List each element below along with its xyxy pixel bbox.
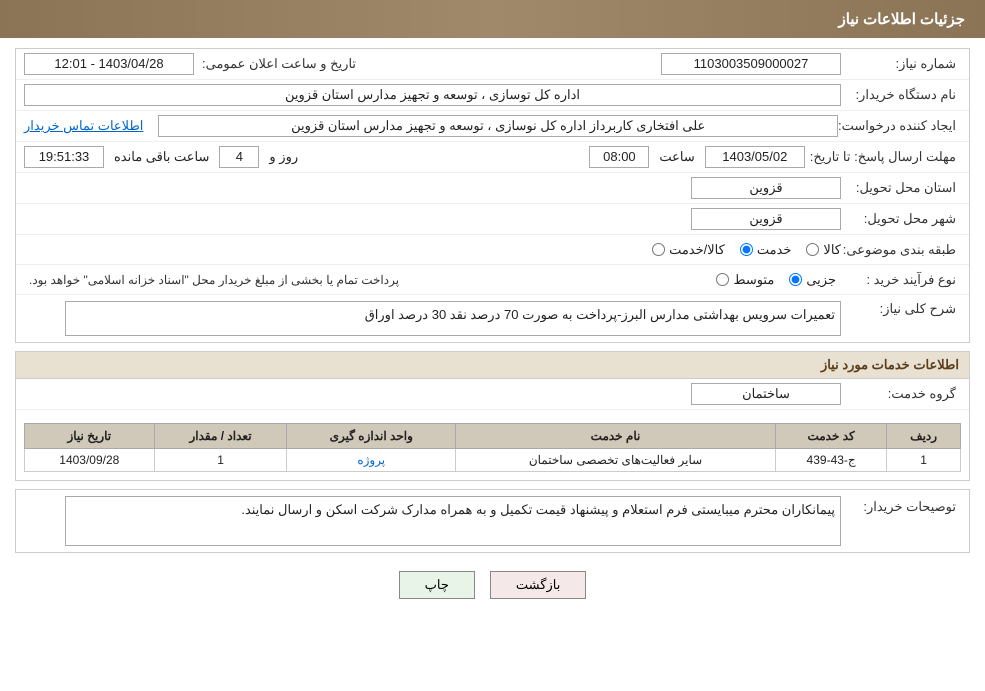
tarikh-saat-label: تاریخ و ساعت اعلان عمومی: <box>194 56 361 72</box>
ostan-row: استان محل تحویل: قزوین <box>16 173 969 204</box>
radio-kala[interactable]: کالا <box>806 242 841 258</box>
col-tedad: تعداد / مقدار <box>154 424 287 449</box>
tosiyat-container: پیمانکاران محترم میبایستی فرم استعلام و … <box>24 496 841 546</box>
mohlat-saat: 08:00 <box>589 146 649 168</box>
cell-nam: سایر فعالیت‌های تخصصی ساختمان <box>456 449 776 472</box>
col-tarikh: تاریخ نیاز <box>25 424 155 449</box>
cell-tarikh: 1403/09/28 <box>25 449 155 472</box>
radio-khadamat-input[interactable] <box>740 243 753 256</box>
tosiyat-value: پیمانکاران محترم میبایستی فرم استعلام و … <box>65 496 841 546</box>
ostan-tahvil-value: قزوین <box>691 177 841 199</box>
mohlat-saat-label: ساعت <box>654 149 699 165</box>
tosiyat-label: توصیحات خریدار: <box>841 496 961 515</box>
shomare-niaz-value: 1103003509000027 <box>661 53 841 75</box>
tabaqe-row: طبقه بندی موضوعی: کالا خدمت کالا/خدمت <box>16 235 969 265</box>
tabaqe-label: طبقه بندی موضوعی: <box>841 242 961 258</box>
table-container: ردیف کد خدمت نام خدمت واحد اندازه گیری ت… <box>16 410 969 480</box>
page-header: جزئیات اطلاعات نیاز <box>0 0 985 38</box>
button-row: بازگشت چاپ <box>15 561 970 609</box>
shahr-row: شهر محل تحویل: قزوین <box>16 204 969 235</box>
page-wrapper: جزئیات اطلاعات نیاز شماره نیاز: 11030035… <box>0 0 985 691</box>
shomare-niaz-label: شماره نیاز: <box>841 56 961 72</box>
gorohe-khadamat-value: ساختمان <box>691 383 841 405</box>
radio-motavaset-label: متوسط <box>733 272 774 288</box>
radio-jozii-label: جزیی <box>806 272 836 288</box>
nam-dastgah-label: نام دستگاه خریدار: <box>841 87 961 103</box>
page-title: جزئیات اطلاعات نیاز <box>839 11 966 28</box>
radio-khadamat[interactable]: خدمت <box>740 242 792 258</box>
shahr-tahvil-label: شهر محل تحویل: <box>841 211 961 227</box>
col-kod: کد خدمت <box>776 424 887 449</box>
sharh-niaz-label: شرح کلی نیاز: <box>841 301 961 317</box>
cell-radif: 1 <box>887 449 961 472</box>
table-row: 1 ج-43-439 سایر فعالیت‌های تخصصی ساختمان… <box>25 449 961 472</box>
farayand-row: نوع فرآیند خرید : جزیی متوسط پرداخت تمام… <box>16 265 969 295</box>
sharh-niaz-container: تعمیرات سرویس بهداشتی مدارس البرز-پرداخت… <box>24 301 841 336</box>
main-info-section: شماره نیاز: 1103003509000027 تاریخ و ساع… <box>15 48 970 343</box>
content-area: شماره نیاز: 1103003509000027 تاریخ و ساع… <box>0 38 985 619</box>
khadamat-section: اطلاعات خدمات مورد نیاز گروه خدمت: ساختم… <box>15 351 970 481</box>
cell-kod: ج-43-439 <box>776 449 887 472</box>
col-vahed: واحد اندازه گیری <box>287 424 456 449</box>
shahr-tahvil-value: قزوین <box>691 208 841 230</box>
radio-jozii[interactable]: جزیی <box>789 272 836 288</box>
etelaat-tamas-link[interactable]: اطلاعات تماس خریدار <box>24 118 143 134</box>
sharh-niaz-value: تعمیرات سرویس بهداشتی مدارس البرز-پرداخت… <box>65 301 841 336</box>
radio-kala-khadamat-input[interactable] <box>652 243 665 256</box>
khadamat-table: ردیف کد خدمت نام خدمت واحد اندازه گیری ت… <box>24 423 961 472</box>
ijad-konande-value: علی افتخاری کاربرداز اداره کل نوسازی ، ت… <box>158 115 838 137</box>
radio-kala-input[interactable] <box>806 243 819 256</box>
radio-motavaset-input[interactable] <box>716 273 729 286</box>
nam-dastgah-value: اداره کل توسازی ، توسعه و تجهیز مدارس اس… <box>24 84 841 106</box>
khadamat-header: اطلاعات خدمات مورد نیاز <box>16 352 969 379</box>
cell-vahed: پروژه <box>287 449 456 472</box>
radio-kala-label: کالا <box>823 242 841 258</box>
col-radif: ردیف <box>887 424 961 449</box>
mohlat-label: مهلت ارسال پاسخ: تا تاریخ: <box>810 149 961 165</box>
chap-button[interactable]: چاپ <box>399 571 475 599</box>
shomare-tarikh-row: شماره نیاز: 1103003509000027 تاریخ و ساع… <box>16 49 969 80</box>
mohlat-rooz: 4 <box>219 146 259 168</box>
gorohe-khadamat-label: گروه خدمت: <box>841 386 961 402</box>
tosiyat-section: توصیحات خریدار: پیمانکاران محترم میبایست… <box>15 489 970 553</box>
tosiyat-row: توصیحات خریدار: پیمانکاران محترم میبایست… <box>16 490 969 552</box>
mohlat-baghi: 19:51:33 <box>24 146 104 168</box>
mohlat-baghi-label: ساعت باقی مانده <box>109 149 214 165</box>
ostan-tahvil-label: استان محل تحویل: <box>841 180 961 196</box>
radio-kala-khadamat[interactable]: کالا/خدمت <box>652 242 725 258</box>
farayand-notice: پرداخت تمام یا بخشی از مبلغ خریدار محل "… <box>24 270 404 290</box>
cell-tedad: 1 <box>154 449 287 472</box>
ijad-konande-row: ایجاد کننده درخواست: علی افتخاری کاربردا… <box>16 111 969 142</box>
mohlat-rooz-label: روز و <box>264 149 303 165</box>
radio-kala-khadamat-label: کالا/خدمت <box>669 242 725 258</box>
ijad-konande-label: ایجاد کننده درخواست: <box>838 118 961 134</box>
radio-motavaset[interactable]: متوسط <box>716 272 774 288</box>
tabaqe-radio-group: کالا خدمت کالا/خدمت <box>652 242 841 258</box>
nam-dastgah-row: نام دستگاه خریدار: اداره کل توسازی ، توس… <box>16 80 969 111</box>
mohlat-row: مهلت ارسال پاسخ: تا تاریخ: 1403/05/02 سا… <box>16 142 969 173</box>
farayand-radio-group: جزیی متوسط <box>716 272 836 288</box>
noye-farayand-label: نوع فرآیند خرید : <box>841 272 961 288</box>
radio-jozii-input[interactable] <box>789 273 802 286</box>
gorohe-khadamat-row: گروه خدمت: ساختمان <box>16 379 969 410</box>
col-nam: نام خدمت <box>456 424 776 449</box>
radio-khadamat-label: خدمت <box>757 242 792 258</box>
bazgasht-button[interactable]: بازگشت <box>490 571 586 599</box>
tarikh-saat-value: 1403/04/28 - 12:01 <box>24 53 194 75</box>
sharh-niaz-row: شرح کلی نیاز: تعمیرات سرویس بهداشتی مدار… <box>16 295 969 342</box>
mohlat-date: 1403/05/02 <box>705 146 805 168</box>
